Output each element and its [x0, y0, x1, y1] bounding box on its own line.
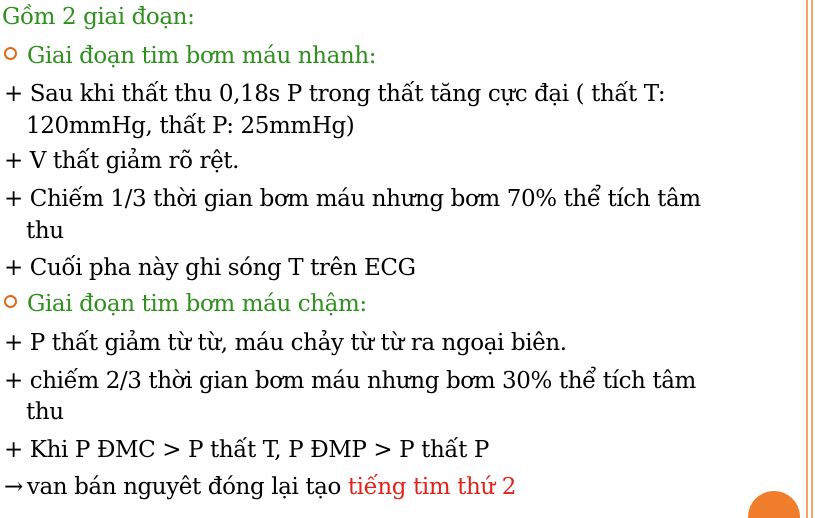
- circle-bullet-icon: [4, 295, 17, 308]
- list-item-continuation: 120mmHg, thất P: 25mmHg): [26, 113, 355, 139]
- list-item: + P thất giảm từ từ, máu chảy từ từ ra n…: [4, 330, 567, 356]
- conclusion-text: van bán nguyêt đóng lại tạo: [26, 474, 348, 500]
- border-line: [811, 0, 813, 518]
- list-item: + chiếm 2/3 thời gian bơm máu nhưng bơm …: [4, 368, 696, 394]
- phase-slow-heading-row: Giai đoạn tim bơm máu chậm:: [4, 290, 367, 318]
- list-item: + Cuối pha này ghi sóng T trên ECG: [4, 255, 416, 281]
- list-item: + Sau khi thất thu 0,18s P trong thất tă…: [4, 81, 666, 107]
- phase-fast-heading: Giai đoạn tim bơm máu nhanh:: [27, 43, 377, 69]
- list-item-continuation: thu: [26, 218, 64, 244]
- decorative-orange-circle: [748, 491, 800, 518]
- conclusion-row: → van bán nguyêt đóng lại tạo tiếng tim t…: [4, 473, 516, 501]
- right-arrow-icon: →: [4, 474, 23, 500]
- intro-text: Gồm 2 giai đoạn:: [2, 4, 195, 30]
- phase-slow-heading: Giai đoạn tim bơm máu chậm:: [27, 291, 367, 317]
- list-item: + Khi P ĐMC > P thất T, P ĐMP > P thất P: [4, 437, 489, 463]
- conclusion-highlight: tiếng tim thứ 2: [347, 474, 517, 500]
- border-line: [806, 0, 808, 518]
- list-item: + Chiếm 1/3 thời gian bơm máu nhưng bơm …: [4, 186, 701, 212]
- list-item-continuation: thu: [26, 399, 64, 425]
- circle-bullet-icon: [4, 47, 17, 60]
- slide: Gồm 2 giai đoạn: Giai đoạn tim bơm máu n…: [0, 0, 815, 518]
- list-item: + V thất giảm rõ rệt.: [4, 148, 240, 174]
- phase-fast-heading-row: Giai đoạn tim bơm máu nhanh:: [4, 42, 376, 70]
- slide-right-border: [805, 0, 815, 518]
